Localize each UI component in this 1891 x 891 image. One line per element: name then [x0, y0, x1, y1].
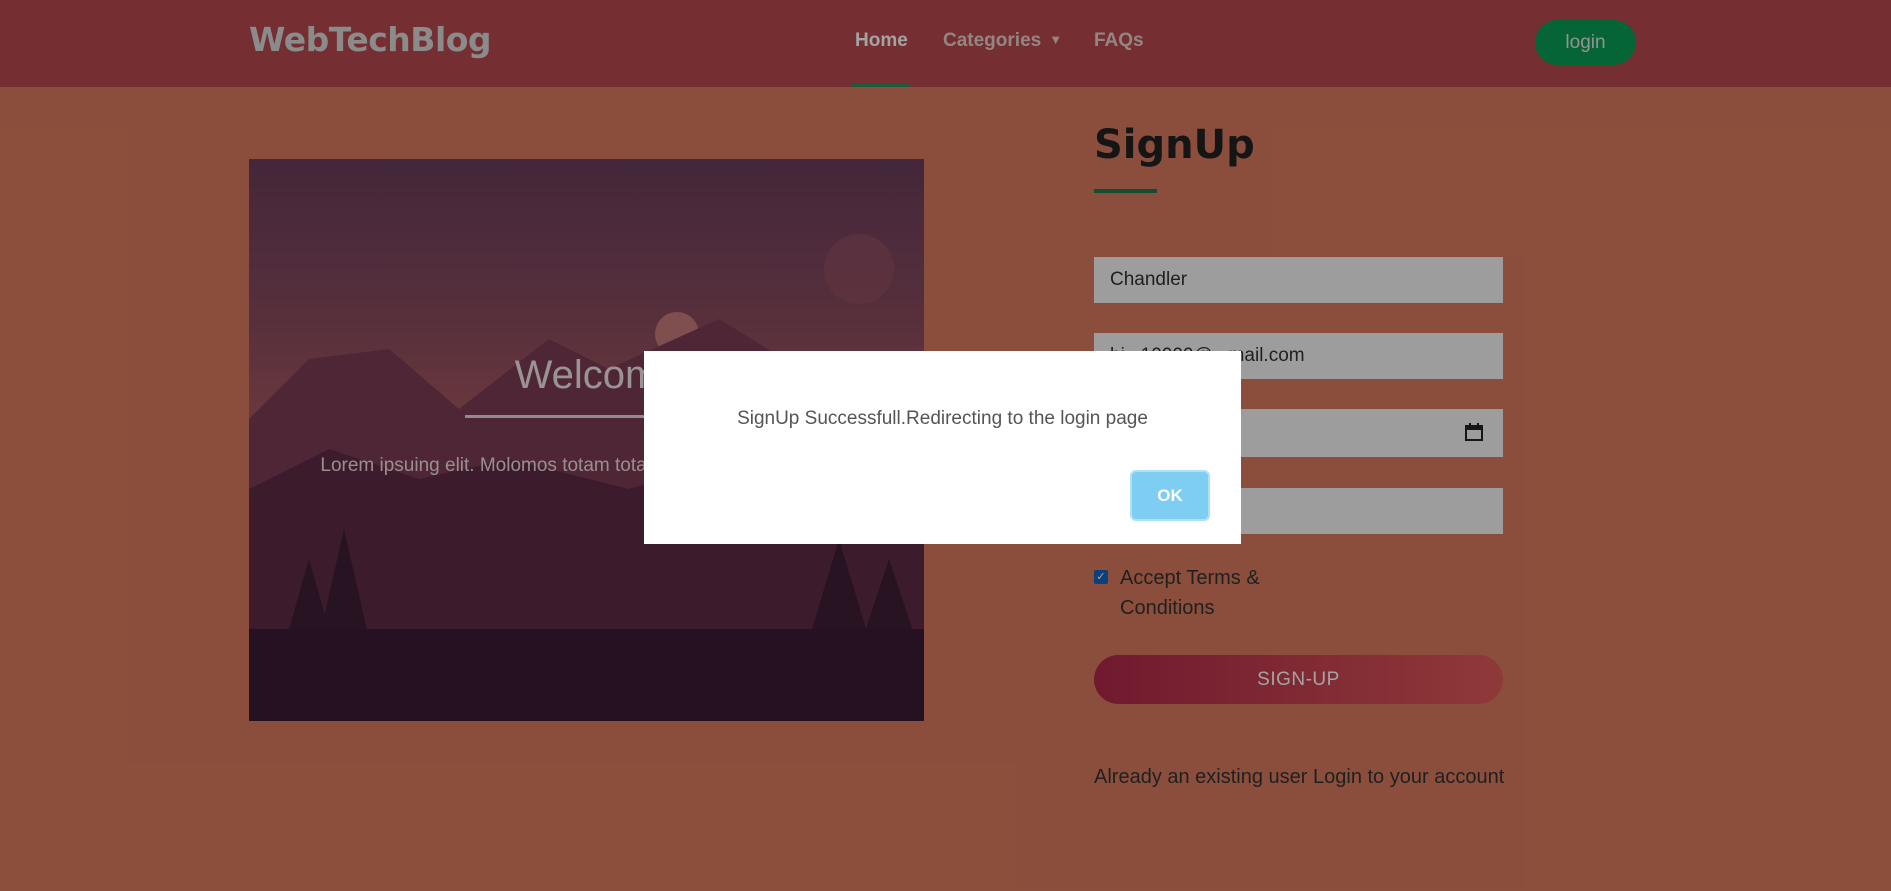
- alert-dialog: SignUp Successfull.Redirecting to the lo…: [644, 351, 1241, 544]
- alert-message: SignUp Successfull.Redirecting to the lo…: [737, 408, 1148, 429]
- ok-button[interactable]: OK: [1130, 470, 1210, 521]
